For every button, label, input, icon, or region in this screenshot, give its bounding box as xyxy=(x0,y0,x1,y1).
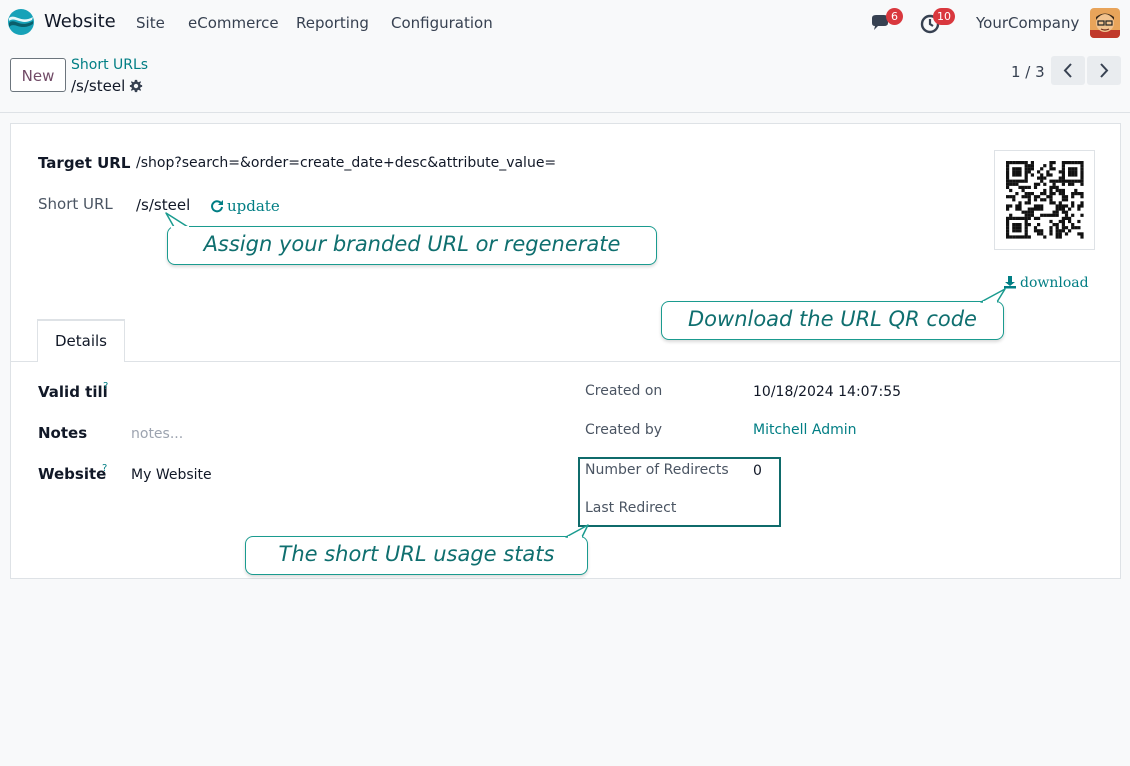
chevron-left-icon xyxy=(1063,63,1072,78)
app-name[interactable]: Website xyxy=(44,11,116,32)
tooltip-qr-code: Download the URL QR code xyxy=(661,301,1004,340)
company-switcher[interactable]: YourCompany xyxy=(976,14,1079,32)
control-panel: New Short URLs /s/steel 1 / 3 xyxy=(0,46,1130,113)
tooltip-usage-stats: The short URL usage stats xyxy=(245,536,588,575)
tooltip-branded-url-text: Assign your branded URL or regenerate xyxy=(203,232,621,256)
qr-code-image xyxy=(1006,161,1084,239)
pager-previous-button[interactable] xyxy=(1051,56,1085,85)
tooltip-usage-stats-text: The short URL usage stats xyxy=(278,542,555,566)
menu-configuration[interactable]: Configuration xyxy=(391,14,493,32)
created-on-label: Created on xyxy=(585,383,663,399)
menu-ecommerce[interactable]: eCommerce xyxy=(188,14,279,32)
valid-till-field[interactable] xyxy=(131,381,531,403)
tooltip-branded-url: Assign your branded URL or regenerate xyxy=(167,226,657,265)
download-link[interactable]: download xyxy=(1003,275,1089,291)
notes-field[interactable]: notes... xyxy=(131,426,183,442)
tooltip-qr-code-pointer xyxy=(980,288,1006,303)
valid-till-help-icon[interactable]: ? xyxy=(103,381,108,392)
user-avatar[interactable] xyxy=(1090,8,1120,38)
update-link-label: update xyxy=(227,197,280,215)
tab-separator xyxy=(11,361,1120,362)
pager-next-button[interactable] xyxy=(1087,56,1121,85)
download-icon xyxy=(1004,276,1016,289)
stats-highlight-box xyxy=(578,457,781,527)
valid-till-label: Valid till xyxy=(38,383,108,401)
menu-reporting[interactable]: Reporting xyxy=(296,14,369,32)
website-field[interactable]: My Website xyxy=(131,467,212,483)
short-url-label: Short URL xyxy=(38,195,113,213)
created-by-label: Created by xyxy=(585,422,663,438)
top-navbar: Website Site eCommerce Reporting Configu… xyxy=(0,0,1130,46)
refresh-icon xyxy=(211,200,223,213)
qr-code xyxy=(994,150,1095,250)
tooltip-branded-url-pointer xyxy=(165,212,189,228)
form-sheet: Target URL /shop?search=&order=create_da… xyxy=(10,123,1121,579)
breadcrumb-current: /s/steel xyxy=(71,77,126,95)
menu-site[interactable]: Site xyxy=(136,14,165,32)
tooltip-usage-stats-pointer xyxy=(565,524,589,538)
new-button[interactable]: New xyxy=(10,58,66,92)
tooltip-qr-code-text: Download the URL QR code xyxy=(688,307,977,331)
messages-badge: 6 xyxy=(886,8,903,25)
notes-label: Notes xyxy=(38,424,88,442)
pager-value[interactable]: 1 / 3 xyxy=(1011,63,1045,81)
target-url-label: Target URL xyxy=(38,154,131,172)
website-help-icon[interactable]: ? xyxy=(102,463,107,474)
chevron-right-icon xyxy=(1100,63,1109,78)
breadcrumb-parent[interactable]: Short URLs xyxy=(71,57,148,73)
created-on-value: 10/18/2024 14:07:55 xyxy=(753,384,902,400)
update-link[interactable]: update xyxy=(210,197,280,215)
website-logo-icon[interactable] xyxy=(7,8,35,36)
created-by-link[interactable]: Mitchell Admin xyxy=(753,422,857,438)
target-url-field[interactable]: /shop?search=&order=create_date+desc&att… xyxy=(136,155,556,171)
tab-details[interactable]: Details xyxy=(37,319,125,362)
activities-badge: 10 xyxy=(933,8,955,25)
website-label: Website xyxy=(38,465,107,483)
tab-details-label: Details xyxy=(54,332,107,350)
gear-icon[interactable] xyxy=(129,79,143,93)
download-link-label: download xyxy=(1020,275,1089,291)
